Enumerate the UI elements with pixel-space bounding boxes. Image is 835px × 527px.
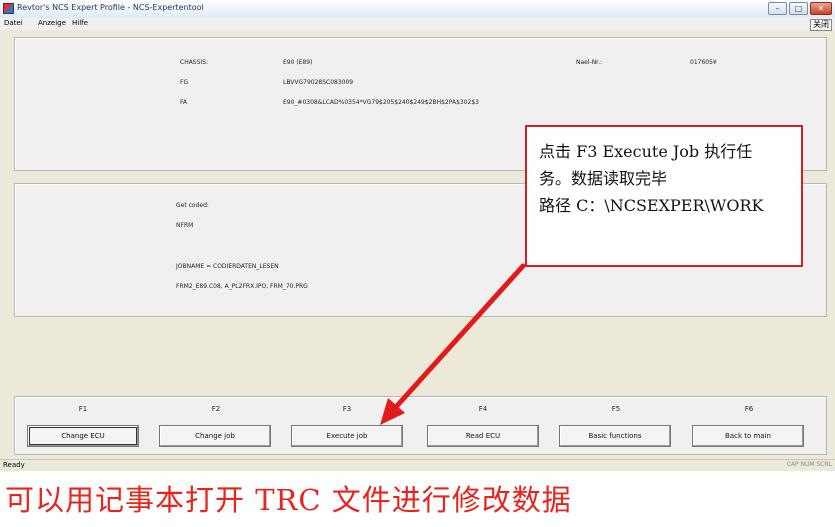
chassis-value: E90 (E89) (283, 59, 313, 66)
annotation-line-2: 务。数据读取完毕 (539, 169, 668, 188)
minimize-button[interactable]: – (768, 2, 787, 15)
annotation-line-3: 路径 C：\NCSEXPER\WORK (539, 196, 764, 215)
annotation-line-1: 点击 F3 Execute Job 执行任 (539, 142, 753, 161)
status-text: Ready (3, 461, 25, 469)
fkey-f1-label: F1 (78, 405, 88, 413)
job-files-line: FRM2_E89.C08, A_PL2FRX.IPO, FRM_70.PRG (176, 283, 308, 290)
menu-datei[interactable]: Datei (4, 19, 23, 27)
fkey-f4-label: F4 (478, 405, 488, 413)
fg-label: FG (180, 79, 189, 86)
maximize-button[interactable]: □ (789, 2, 808, 15)
menu-bar: Datei Anzeige Hilfe 关闭 (0, 18, 835, 31)
close-tag[interactable]: 关闭 (810, 19, 832, 31)
fa-value: E90_#0308&LCAD%0354*VG79$205$240$249$2BH… (283, 99, 479, 106)
fkey-f6-label: F6 (744, 405, 754, 413)
annotation-callout: 点击 F3 Execute Job 执行任 务。数据读取完毕 路径 C：\NCS… (525, 125, 803, 267)
fkey-f3-label: F3 (342, 405, 352, 413)
title-bar: Revtor's NCS Expert Profile - NCS-Expert… (0, 0, 835, 19)
fkey-f5-label: F5 (611, 405, 621, 413)
jobname-line: JOBNAME = CODIERDATEN_LESEN (176, 263, 279, 270)
app-icon (3, 3, 14, 14)
bottom-caption: 可以用记事本打开 TRC 文件进行修改数据 (5, 483, 572, 517)
fg-value: LBVVG79028SC083009 (283, 79, 354, 86)
basic-functions-button[interactable]: Basic functions (559, 425, 671, 447)
back-to-main-button[interactable]: Back to main (692, 425, 804, 447)
menu-anzeige[interactable]: Anzeige (38, 19, 66, 27)
status-indicators: CAP NUM SCRL (786, 461, 832, 468)
chassis-label: CHASSIS: (180, 59, 209, 66)
get-coded-label: Get coded: (176, 202, 209, 209)
change-ecu-button[interactable]: Change ECU (27, 425, 139, 447)
nael-value: 017605¥ (690, 59, 717, 66)
window-title: Revtor's NCS Expert Profile - NCS-Expert… (17, 3, 204, 12)
close-button[interactable]: ✕ (810, 2, 832, 15)
module-name: NFRM (176, 222, 194, 229)
nael-label: Nael-Nr.: (576, 59, 603, 66)
menu-hilfe[interactable]: Hilfe (72, 19, 88, 27)
fa-label: FA (180, 99, 188, 106)
execute-job-button[interactable]: Execute job (291, 425, 403, 447)
status-bar: Ready CAP NUM SCRL (0, 459, 835, 471)
read-ecu-button[interactable]: Read ECU (427, 425, 539, 447)
fkey-f2-label: F2 (211, 405, 221, 413)
change-job-button[interactable]: Change job (159, 425, 271, 447)
